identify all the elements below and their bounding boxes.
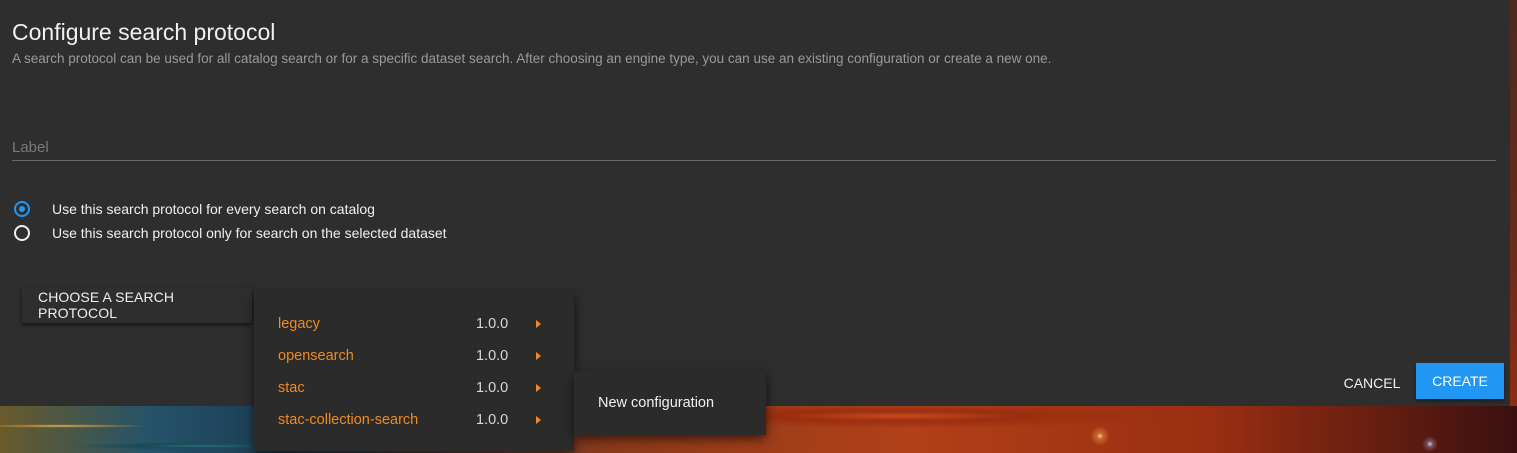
menu-item-stac[interactable]: stac 1.0.0 bbox=[254, 372, 574, 404]
choose-search-protocol-button[interactable]: CHOOSE A SEARCH PROTOCOL bbox=[22, 287, 252, 323]
scope-option-all-catalog[interactable]: Use this search protocol for every searc… bbox=[14, 199, 375, 219]
menu-item-legacy[interactable]: legacy 1.0.0 bbox=[254, 308, 574, 340]
new-configuration-menu-item[interactable]: New configuration bbox=[598, 395, 714, 411]
app-root: Configure search protocol A search proto… bbox=[0, 0, 1517, 453]
search-protocol-menu: legacy 1.0.0 opensearch 1.0.0 stac 1.0.0… bbox=[254, 292, 574, 451]
protocol-name: stac-collection-search bbox=[278, 412, 419, 428]
dialog-subtitle: A search protocol can be used for all ca… bbox=[12, 51, 1052, 66]
protocol-version: 1.0.0 bbox=[476, 380, 509, 396]
configure-search-protocol-dialog: Configure search protocol A search proto… bbox=[0, 0, 1510, 406]
radio-button[interactable] bbox=[14, 225, 30, 241]
dialog-title: Configure search protocol bbox=[12, 19, 276, 45]
scope-option-label: Use this search protocol for every searc… bbox=[52, 201, 375, 217]
chevron-right-icon bbox=[536, 384, 541, 392]
protocol-name: stac bbox=[278, 380, 305, 396]
scope-option-label: Use this search protocol only for search… bbox=[52, 225, 447, 241]
chevron-right-icon bbox=[536, 352, 541, 360]
protocol-version: 1.0.0 bbox=[476, 316, 509, 332]
label-input[interactable] bbox=[12, 134, 1496, 161]
menu-item-stac-collection-search[interactable]: stac-collection-search 1.0.0 bbox=[254, 404, 574, 436]
scope-option-selected-dataset[interactable]: Use this search protocol only for search… bbox=[14, 223, 447, 243]
protocol-version: 1.0.0 bbox=[476, 412, 509, 428]
menu-item-opensearch[interactable]: opensearch 1.0.0 bbox=[254, 340, 574, 372]
cancel-button[interactable]: CANCEL bbox=[1334, 365, 1410, 401]
protocol-name: opensearch bbox=[278, 348, 354, 364]
chevron-right-icon bbox=[536, 416, 541, 424]
protocol-name: legacy bbox=[278, 316, 320, 332]
radio-button-selected[interactable] bbox=[14, 201, 30, 217]
chevron-right-icon bbox=[536, 320, 541, 328]
create-button[interactable]: CREATE bbox=[1416, 363, 1504, 399]
configuration-submenu: New configuration bbox=[574, 371, 766, 435]
protocol-version: 1.0.0 bbox=[476, 348, 509, 364]
background-space-image-edge bbox=[1510, 0, 1517, 406]
